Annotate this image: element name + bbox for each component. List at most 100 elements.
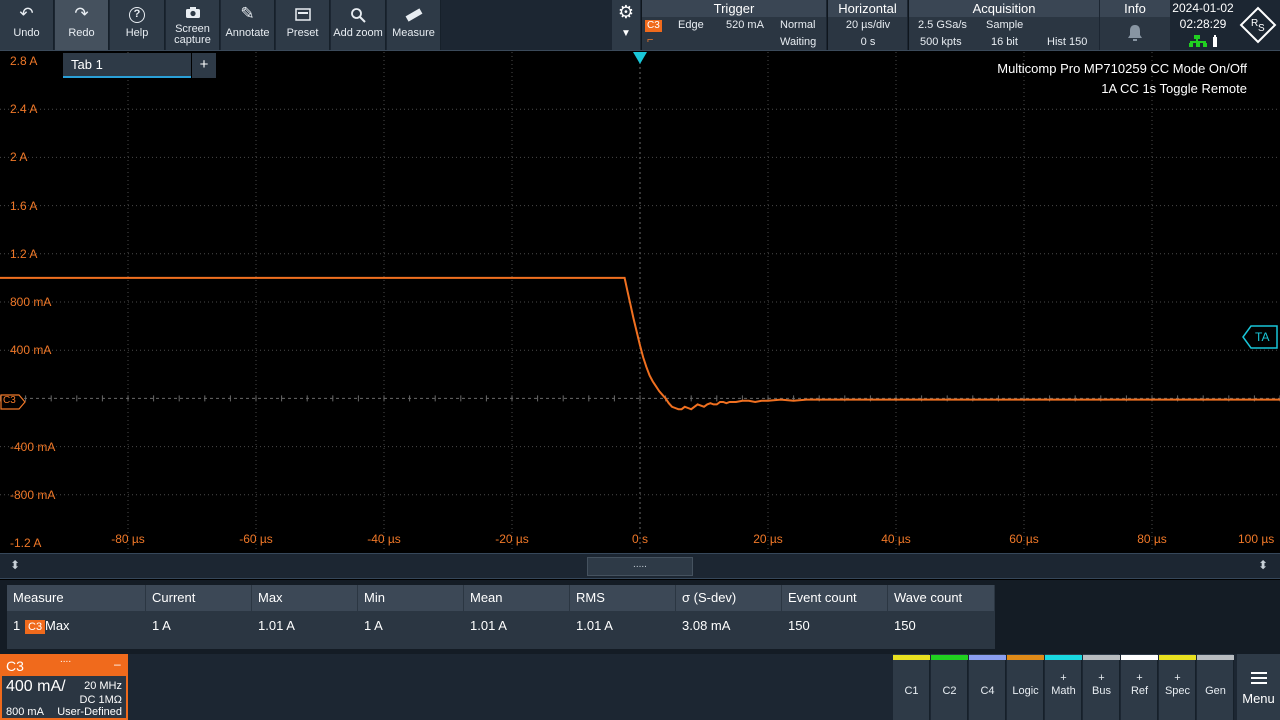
trigger-channel-badge: C3 — [645, 20, 662, 32]
signal-color-bar — [1007, 655, 1044, 660]
trigger-position-marker — [633, 52, 647, 64]
acquisition-mode: Sample — [986, 19, 1024, 31]
signal-color-bar — [1159, 655, 1196, 660]
signal-button-label: Bus — [1092, 685, 1111, 697]
trigger-panel[interactable]: Trigger C3 ⌐ Edge 520 mA Normal Waiting — [641, 0, 826, 50]
signal-button-label: Logic — [1012, 685, 1039, 697]
undo-icon: ↶ — [19, 4, 34, 23]
signal-button-bus[interactable]: + Bus — [1083, 654, 1120, 720]
add-tab-button[interactable]: + — [192, 53, 216, 78]
ruler-icon — [387, 0, 440, 28]
signal-button-gen[interactable]: Gen — [1197, 654, 1234, 720]
signal-button-spec[interactable]: + Spec — [1159, 654, 1196, 720]
top-toolbar: ↶ Undo ↷ Redo ? Help Screen capture ✎ An… — [0, 0, 1280, 51]
menu-label: Menu — [1242, 691, 1275, 706]
cell-min: 1 A — [364, 618, 383, 633]
cell-current: 1 A — [152, 618, 171, 633]
settings-button[interactable]: ⚙ ▼ — [612, 0, 640, 50]
signal-button-ref[interactable]: + Ref — [1121, 654, 1158, 720]
waveform-display[interactable]: 2.8 A 2.4 A 2 A 1.6 A 1.2 A 800 mA 400 mA -400 … — [0, 52, 1280, 552]
help-button[interactable]: ? Help — [110, 0, 165, 50]
history-count: Hist 150 — [1047, 36, 1088, 48]
signal-button-c2[interactable]: C2 — [931, 654, 968, 720]
svg-text:S: S — [1258, 23, 1265, 34]
edge-slope-icon: ⌐ — [647, 34, 654, 46]
signal-button-label: Gen — [1205, 685, 1226, 697]
trigger-level-marker[interactable]: TA — [1242, 325, 1278, 349]
resize-arrows-icon: ⬍ — [10, 558, 21, 572]
channel-name: C3 — [6, 658, 24, 674]
signal-color-bar — [1121, 655, 1158, 660]
redo-button[interactable]: ↷ Redo — [55, 0, 109, 50]
time-position: 0 s — [860, 36, 876, 48]
signal-button-label: C2 — [942, 685, 957, 697]
y-tick-label: -400 mA — [10, 439, 56, 454]
signal-button-label: Spec — [1164, 685, 1191, 697]
cell-event-count: 150 — [788, 618, 810, 633]
minimize-icon: – — [114, 657, 121, 671]
preset-button[interactable]: Preset — [276, 0, 330, 50]
row-measure-type: Max — [45, 618, 70, 633]
info-title: Info — [1100, 0, 1170, 17]
trigger-level: 520 mA — [726, 19, 764, 31]
menu-button[interactable]: Menu — [1237, 654, 1280, 720]
col-current: Current — [146, 585, 252, 611]
waveform-chart — [0, 52, 1280, 552]
cell-max: 1.01 A — [258, 618, 295, 633]
add-zoom-button[interactable]: Add zoom — [331, 0, 386, 50]
col-measure: Measure — [7, 585, 146, 611]
col-max: Max — [252, 585, 358, 611]
signal-button-math[interactable]: + Math — [1045, 654, 1082, 720]
pencil-icon: ✎ — [240, 4, 255, 23]
signal-color-bar — [893, 655, 930, 660]
screen-capture-button[interactable]: Screen capture — [166, 0, 220, 50]
channel-c3-settings[interactable]: C3 .... – 400 mA/ 20 MHz DC 1MΩ 800 mA U… — [0, 654, 128, 720]
y-tick-label: 1.6 A — [10, 198, 38, 213]
panel-splitter[interactable]: ⬍ ⬍ ..... — [0, 553, 1280, 579]
annotate-button[interactable]: ✎ Annotate — [221, 0, 275, 50]
trigger-title: Trigger — [642, 0, 826, 17]
y-tick-label: -1.2 A — [10, 536, 42, 550]
preset-icon — [276, 0, 329, 28]
cell-rms: 1.01 A — [576, 618, 613, 633]
time-text: 02:28:29 — [1179, 17, 1227, 31]
bell-icon — [1127, 24, 1143, 47]
measure-button[interactable]: Measure — [387, 0, 441, 50]
vertical-offset: 800 mA — [6, 706, 44, 718]
help-icon: ? — [110, 0, 164, 28]
datetime-display: 2024-01-02 02:28:29 — [1170, 0, 1236, 50]
channel-offset-marker[interactable]: C3 — [0, 394, 26, 410]
network-icon — [1188, 34, 1220, 51]
gear-icon: ⚙ — [617, 2, 635, 22]
tab-1[interactable]: Tab 1 — [63, 53, 191, 78]
hamburger-icon — [1237, 671, 1280, 689]
x-tick-label: 0 s — [631, 532, 649, 546]
measurement-panel: Measure Current Max Min Mean RMS σ (S-de… — [0, 580, 1280, 654]
col-rms: RMS — [570, 585, 676, 611]
undo-button[interactable]: ↶ Undo — [0, 0, 54, 50]
plus-icon: + — [1174, 672, 1181, 684]
signal-button-c1[interactable]: C1 — [893, 654, 930, 720]
plus-icon: + — [1060, 672, 1067, 684]
y-tick-label: -800 mA — [10, 487, 56, 502]
signal-button-logic[interactable]: Logic — [1007, 654, 1044, 720]
sample-rate: 2.5 GSa/s — [918, 19, 967, 31]
acquisition-panel[interactable]: Acquisition 2.5 GSa/s Sample 500 kpts 16… — [908, 0, 1099, 50]
x-tick-label: 100 µs — [1238, 532, 1275, 546]
horizontal-panel[interactable]: Horizontal 20 µs/div 0 s — [827, 0, 907, 50]
x-tick-label: -20 µs — [495, 532, 529, 546]
bottom-bar: C3 .... – 400 mA/ 20 MHz DC 1MΩ 800 mA U… — [0, 654, 1280, 720]
signal-button-label: Ref — [1130, 685, 1149, 697]
trigger-type: Edge — [678, 19, 704, 31]
x-tick-label: -60 µs — [239, 532, 273, 546]
info-panel[interactable]: Info — [1100, 0, 1170, 50]
splitter-handle[interactable]: ..... — [587, 557, 693, 576]
signal-button-c4[interactable]: C4 — [969, 654, 1006, 720]
col-min: Min — [358, 585, 464, 611]
signal-color-bar — [1045, 655, 1082, 660]
acquisition-title: Acquisition — [909, 0, 1099, 17]
signal-button-label: Math — [1051, 685, 1076, 697]
y-tick-label: 2.4 A — [10, 102, 38, 117]
horizontal-title: Horizontal — [828, 0, 907, 17]
cell-wave-count: 150 — [894, 618, 916, 633]
